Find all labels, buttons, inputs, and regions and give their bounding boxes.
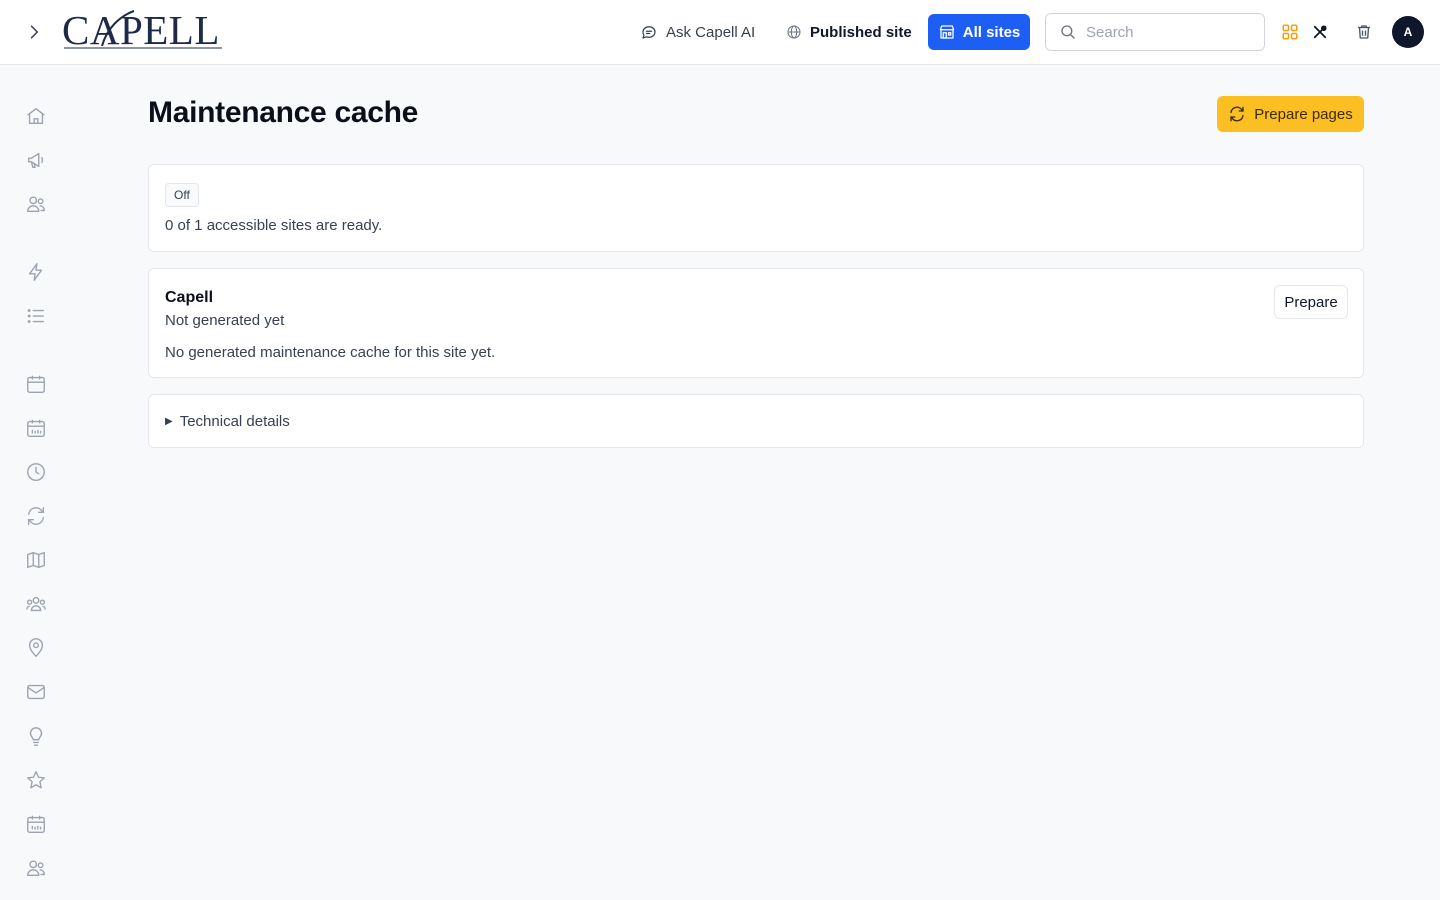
all-sites-label: All sites: [962, 23, 1021, 41]
sidebar-item-home[interactable]: [24, 104, 48, 128]
envelope-icon: [27, 684, 45, 700]
page-title: Maintenance cache: [148, 96, 419, 129]
prepare-pages-label: Prepare pages: [1254, 105, 1353, 123]
user-group-icon: [26, 596, 46, 612]
search-input[interactable]: [1086, 23, 1246, 41]
squares-grid-icon: [1282, 24, 1298, 40]
technical-details-label: Technical details: [179, 412, 290, 430]
all-sites-button[interactable]: All sites: [928, 14, 1030, 50]
map-pin-icon: [28, 638, 44, 658]
home-icon: [27, 107, 45, 125]
logo[interactable]: CAPELL: [62, 8, 222, 52]
star-icon: [27, 771, 45, 789]
lightbulb-icon: [29, 727, 43, 746]
search-icon: [1061, 25, 1075, 39]
refresh-icon: [27, 507, 45, 525]
users-icon: [27, 860, 45, 877]
map-icon: [27, 551, 45, 569]
status-badge: Off: [165, 183, 199, 207]
apps-button[interactable]: [1278, 20, 1302, 44]
top-bar: CAPELL Ask Capell AI Published site All …: [0, 0, 1440, 65]
prepare-button[interactable]: Prepare: [1274, 285, 1348, 319]
users-icon: [27, 196, 45, 213]
sidebar-item-groups[interactable]: [24, 592, 48, 616]
sidebar-item-schedule[interactable]: [24, 416, 48, 440]
sidebar-item-history[interactable]: [24, 460, 48, 484]
bolt-icon: [28, 263, 43, 281]
sidebar-item-sync[interactable]: [24, 504, 48, 528]
technical-details-toggle[interactable]: ▶ Technical details: [148, 394, 1364, 448]
ask-ai-link[interactable]: Ask Capell AI: [640, 17, 755, 47]
sidebar-item-users[interactable]: [24, 192, 48, 216]
sidebar-item-locations[interactable]: [24, 636, 48, 660]
trash-icon: [1358, 25, 1370, 39]
published-site-link[interactable]: Published site: [786, 17, 912, 47]
expand-sidebar-button[interactable]: [20, 18, 48, 46]
sidebar-item-calendar[interactable]: [24, 372, 48, 396]
ask-ai-label: Ask Capell AI: [666, 23, 756, 41]
list-icon: [27, 309, 45, 323]
chevron-right-icon: [30, 25, 39, 39]
sidebar-item-favorites[interactable]: [24, 768, 48, 792]
logo-swoosh-icon: [64, 10, 222, 49]
refresh-icon: [1230, 106, 1244, 122]
site-card: Capell Not generated yet No generated ma…: [148, 268, 1364, 378]
tools-button[interactable]: [1308, 20, 1332, 44]
calendar-icon: [27, 375, 45, 393]
trash-button[interactable]: [1352, 20, 1376, 44]
sidebar-item-mail[interactable]: [24, 680, 48, 704]
sidebar-item-announcements[interactable]: [24, 148, 48, 172]
sidebar-item-ideas[interactable]: [24, 724, 48, 748]
status-card: Off 0 of 1 accessible sites are ready.: [148, 164, 1364, 252]
sidebar-item-lists[interactable]: [24, 304, 48, 328]
sidebar-item-automations[interactable]: [24, 260, 48, 284]
avatar[interactable]: A: [1392, 16, 1424, 48]
chat-bubble-icon: [642, 26, 656, 39]
search-box[interactable]: [1045, 13, 1265, 51]
clock-icon: [27, 463, 45, 481]
sidebar-item-map[interactable]: [24, 548, 48, 572]
megaphone-icon: [27, 152, 44, 169]
site-description: No generated maintenance cache for this …: [165, 344, 496, 361]
prepare-pages-button[interactable]: Prepare pages: [1217, 96, 1364, 132]
globe-icon: [787, 25, 801, 39]
calendar-days-icon: [27, 815, 45, 833]
site-name: Capell: [165, 289, 214, 306]
status-text: 0 of 1 accessible sites are ready.: [165, 217, 383, 234]
published-site-label: Published site: [810, 23, 912, 41]
disclosure-triangle-icon: ▶: [165, 415, 173, 427]
calendar-days-icon: [27, 419, 45, 437]
sidebar-item-events[interactable]: [24, 812, 48, 836]
building-storefront-icon: [939, 25, 955, 39]
sidebar-item-members[interactable]: [24, 856, 48, 880]
wrench-screwdriver-icon: [1313, 25, 1327, 39]
site-status: Not generated yet: [165, 312, 285, 329]
